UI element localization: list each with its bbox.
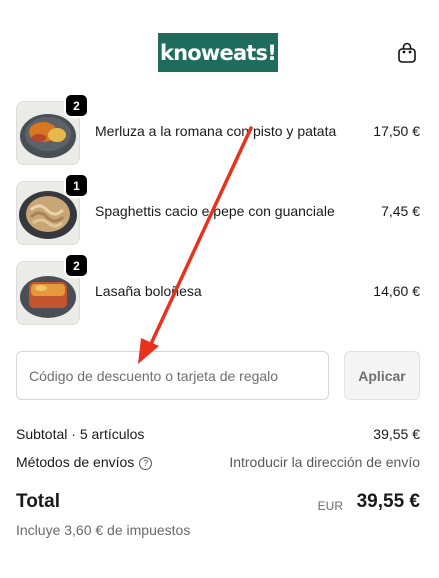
shipping-label-group: Métodos de envíos? (16, 454, 153, 470)
subtotal-value: 39,55 € (373, 426, 420, 442)
item-price: 14,60 € (373, 283, 420, 299)
logo[interactable]: knoweats! (158, 33, 278, 72)
item-name: Merluza a la romana con pisto y patata (95, 123, 337, 139)
cart-item: 2 Merluza a la romana con pisto y patata… (0, 95, 439, 165)
quantity-badge: 2 (66, 255, 87, 276)
cart-item: 1 Spaghettis cacio e pepe con guanciale … (0, 175, 439, 245)
shopping-bag-icon[interactable] (396, 41, 418, 65)
apply-discount-button[interactable]: Aplicar (344, 351, 420, 400)
quantity-badge: 2 (66, 95, 87, 116)
item-price: 17,50 € (373, 123, 420, 139)
total-currency: EUR (317, 499, 343, 513)
discount-code-input[interactable] (16, 351, 329, 400)
taxes-note: Incluye 3,60 € de impuestos (16, 522, 191, 538)
subtotal-label: Subtotal · 5 artículos (16, 426, 145, 442)
quantity-badge: 1 (66, 175, 87, 196)
shipping-label: Métodos de envíos (16, 454, 135, 470)
shipping-value: Introducir la dirección de envío (229, 454, 420, 470)
item-name: Spaghettis cacio e pepe con guanciale (95, 203, 335, 219)
total-label: Total (16, 491, 60, 512)
item-price: 7,45 € (381, 203, 420, 219)
total-value: 39,55 € (356, 491, 420, 512)
cart-item: 2 Lasaña boloñesa 14,60 € (0, 255, 439, 325)
question-circle-icon[interactable]: ? (139, 457, 153, 470)
item-name: Lasaña boloñesa (95, 283, 202, 299)
